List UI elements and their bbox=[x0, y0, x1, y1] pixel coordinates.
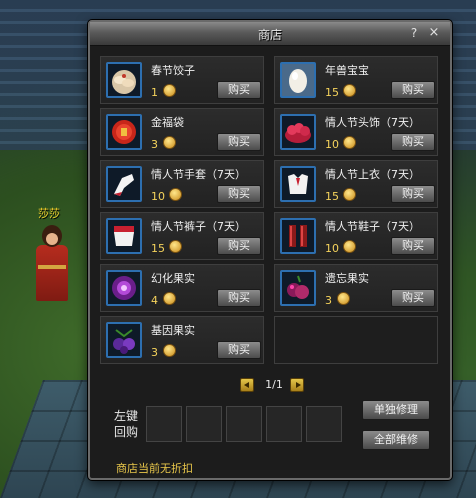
shop-item-card[interactable]: 情人节上衣（7天） 15 购买 bbox=[274, 160, 438, 208]
buyback-slot[interactable] bbox=[226, 406, 262, 442]
lucky-bag-icon[interactable] bbox=[106, 114, 142, 150]
shop-item-card[interactable]: 情人节头饰（7天） 10 购买 bbox=[274, 108, 438, 156]
item-name: 情人节手套（7天） bbox=[151, 168, 246, 181]
item-name: 春节饺子 bbox=[151, 64, 195, 77]
title-bar[interactable]: 商店 ? × bbox=[90, 22, 450, 46]
item-price: 10 bbox=[325, 138, 339, 151]
buy-button[interactable]: 购买 bbox=[217, 237, 261, 255]
empty-item-slot bbox=[274, 316, 438, 364]
buyback-slot[interactable] bbox=[266, 406, 302, 442]
buy-button[interactable]: 购买 bbox=[391, 237, 435, 255]
coin-icon bbox=[343, 136, 356, 149]
coin-icon bbox=[337, 292, 350, 305]
npc-name: 莎莎 bbox=[38, 207, 60, 220]
coin-icon bbox=[343, 188, 356, 201]
buyback-label: 左键回购 bbox=[114, 409, 139, 439]
item-price: 15 bbox=[325, 190, 339, 203]
buy-button[interactable]: 购买 bbox=[391, 185, 435, 203]
purple-fruit-icon[interactable] bbox=[106, 270, 142, 306]
buy-button[interactable]: 购买 bbox=[391, 81, 435, 99]
item-name: 情人节上衣（7天） bbox=[325, 168, 420, 181]
coin-icon bbox=[169, 188, 182, 201]
shop-item-card[interactable]: 情人节手套（7天） 10 购买 bbox=[100, 160, 264, 208]
item-name: 情人节头饰（7天） bbox=[325, 116, 420, 129]
coin-icon bbox=[343, 240, 356, 253]
window-title: 商店 bbox=[257, 28, 282, 42]
shop-item-card[interactable]: 金福袋 3 购买 bbox=[100, 108, 264, 156]
item-name: 年兽宝宝 bbox=[325, 64, 369, 77]
help-button[interactable]: ? bbox=[406, 25, 422, 41]
close-button[interactable]: × bbox=[426, 25, 442, 41]
shop-item-card[interactable]: 基因果实 3 购买 bbox=[100, 316, 264, 364]
buy-button[interactable]: 购买 bbox=[217, 341, 261, 359]
npc-character[interactable] bbox=[32, 225, 72, 303]
item-price: 3 bbox=[151, 138, 158, 151]
item-name: 金福袋 bbox=[151, 116, 184, 129]
egg-icon[interactable] bbox=[280, 62, 316, 98]
page-indicator: 1/1 bbox=[265, 378, 283, 391]
buy-button[interactable]: 购买 bbox=[217, 185, 261, 203]
buyback-slot[interactable] bbox=[146, 406, 182, 442]
discount-status: 商店当前无折扣 bbox=[116, 462, 193, 475]
prev-page-button[interactable] bbox=[240, 378, 254, 392]
buy-button[interactable]: 购买 bbox=[217, 133, 261, 151]
pagination: 1/1 bbox=[90, 378, 450, 394]
item-name: 幻化果实 bbox=[151, 272, 195, 285]
shop-item-card[interactable]: 幻化果实 4 购买 bbox=[100, 264, 264, 312]
repair-single-button[interactable]: 单独修理 bbox=[362, 400, 430, 420]
item-price: 10 bbox=[151, 190, 165, 203]
item-name: 遗忘果实 bbox=[325, 272, 369, 285]
coin-icon bbox=[163, 344, 176, 357]
buy-button[interactable]: 购买 bbox=[391, 133, 435, 151]
shop-item-card[interactable]: 年兽宝宝 15 购买 bbox=[274, 56, 438, 104]
buy-button[interactable]: 购买 bbox=[391, 289, 435, 307]
shoes-icon[interactable] bbox=[280, 218, 316, 254]
item-price: 3 bbox=[325, 294, 332, 307]
glove-icon[interactable] bbox=[106, 166, 142, 202]
shop-item-card[interactable]: 情人节裤子（7天） 15 购买 bbox=[100, 212, 264, 260]
coin-icon bbox=[343, 84, 356, 97]
item-name: 基因果实 bbox=[151, 324, 195, 337]
dumplings-icon[interactable] bbox=[106, 62, 142, 98]
grape-icon[interactable] bbox=[280, 270, 316, 306]
coin-icon bbox=[163, 84, 176, 97]
item-price: 15 bbox=[325, 86, 339, 99]
item-price: 15 bbox=[151, 242, 165, 255]
coin-icon bbox=[163, 292, 176, 305]
item-grid: 春节饺子 1 购买 年兽宝宝 15 购买 金福袋 3 购买 情人节头饰（7天） 10 购买 情人节手套（… bbox=[100, 56, 440, 392]
coin-icon bbox=[169, 240, 182, 253]
berry-icon[interactable] bbox=[106, 322, 142, 358]
shop-item-card[interactable]: 春节饺子 1 购买 bbox=[100, 56, 264, 104]
coin-icon bbox=[163, 136, 176, 149]
repair-all-button[interactable]: 全部维修 bbox=[362, 430, 430, 450]
buy-button[interactable]: 购买 bbox=[217, 289, 261, 307]
shop-item-card[interactable]: 遗忘果实 3 购买 bbox=[274, 264, 438, 312]
buy-button[interactable]: 购买 bbox=[217, 81, 261, 99]
pants-icon[interactable] bbox=[106, 218, 142, 254]
headwear-icon[interactable] bbox=[280, 114, 316, 150]
shop-window: 商店 ? × 春节饺子 1 购买 年兽宝宝 15 购买 金福袋 3 购买 情人节头饰（7天） 10 购… bbox=[88, 20, 452, 480]
buyback-slot[interactable] bbox=[186, 406, 222, 442]
buyback-slot[interactable] bbox=[306, 406, 342, 442]
item-price: 3 bbox=[151, 346, 158, 359]
item-price: 10 bbox=[325, 242, 339, 255]
item-name: 情人节裤子（7天） bbox=[151, 220, 246, 233]
top-icon[interactable] bbox=[280, 166, 316, 202]
item-name: 情人节鞋子（7天） bbox=[325, 220, 420, 233]
item-price: 1 bbox=[151, 86, 158, 99]
shop-item-card[interactable]: 情人节鞋子（7天） 10 购买 bbox=[274, 212, 438, 260]
item-price: 4 bbox=[151, 294, 158, 307]
next-page-button[interactable] bbox=[290, 378, 304, 392]
